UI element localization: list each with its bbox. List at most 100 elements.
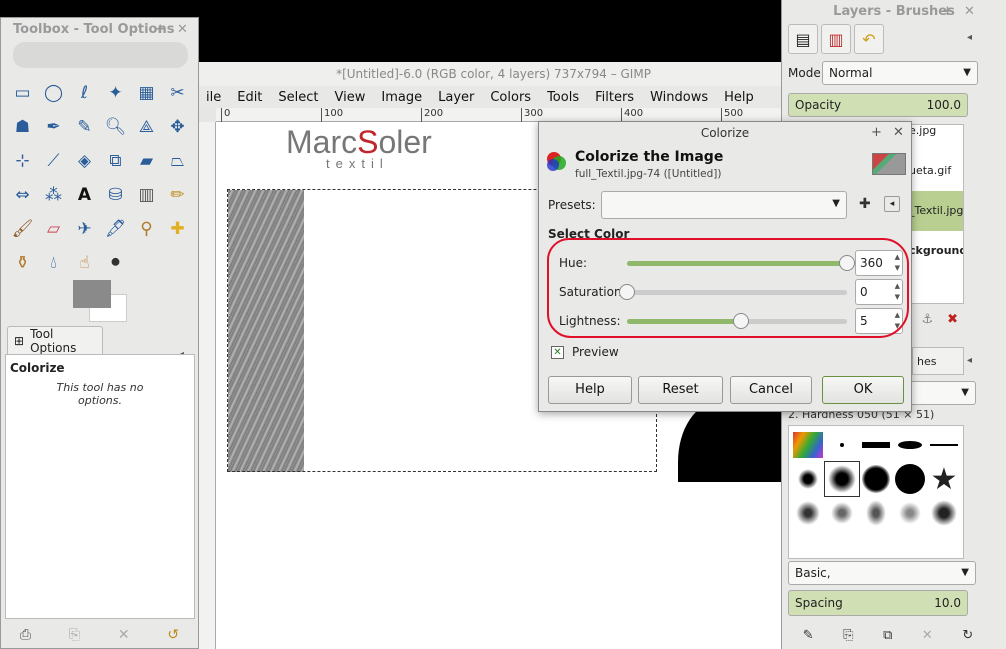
close-icon[interactable]: ✕ [177,18,188,42]
menu-filters[interactable]: Filters [587,90,642,105]
color-select-icon[interactable]: ▦ [131,76,162,110]
scissors-icon[interactable]: ✂ [162,76,193,110]
opacity-slider[interactable]: Opacity 100.0 [788,93,968,117]
bucket-fill-icon[interactable]: ⛁ [100,178,131,212]
brush-item[interactable] [825,428,859,462]
menu-edit[interactable]: Edit [229,90,270,105]
cancel-button[interactable]: Cancel [730,376,812,404]
presets-select[interactable]: ▼ [601,191,847,219]
tab-channels-icon[interactable]: ▥ [821,24,851,54]
delete-options-icon[interactable]: ✕ [118,627,130,643]
blend-icon[interactable]: ▥ [131,178,162,212]
restore-options-icon[interactable]: ⎘ [69,627,80,643]
cage-icon[interactable]: ⁂ [38,178,69,212]
mode-select[interactable]: Normal ▼ [822,61,978,85]
rect-select-icon[interactable]: ▭ [7,76,38,110]
help-button[interactable]: Help [548,376,632,404]
tab-layers-icon[interactable]: ▤ [788,24,818,54]
align-icon[interactable]: ⊹ [7,144,38,178]
close-icon[interactable]: ✕ [893,122,904,144]
brush-item[interactable] [893,428,927,462]
brush-item[interactable] [927,428,961,462]
text-icon[interactable]: A [69,178,100,212]
tab-undo-icon[interactable]: ↶ [854,24,884,54]
brush-item[interactable] [859,462,893,496]
free-select-icon[interactable]: ℓ [69,76,100,110]
preview-checkbox[interactable]: ✕ [551,345,564,359]
edit-brush-icon[interactable]: ✎ [803,628,814,643]
brush-item[interactable] [859,496,893,530]
delete-brush-icon[interactable]: ✕ [922,628,933,643]
paths-icon[interactable]: ✒ [38,110,69,144]
shear-icon[interactable]: ▰ [131,144,162,178]
measure-icon[interactable]: ⟁ [131,110,162,144]
brush-item[interactable] [893,462,927,496]
fg-bg-colors[interactable] [73,280,129,322]
perspective-clone-icon[interactable]: ⚱ [7,246,38,280]
brush-item[interactable] [859,428,893,462]
pin-icon[interactable]: + [871,122,882,144]
menu-windows[interactable]: Windows [642,90,716,105]
brush-item[interactable] [825,496,859,530]
scale-icon[interactable]: ⧉ [100,144,131,178]
smudge-icon[interactable]: ☝ [69,246,100,280]
blur-icon[interactable]: 💧︎ [38,246,69,280]
airbrush-icon[interactable]: ✈ [69,212,100,246]
reset-button[interactable]: Reset [638,376,723,404]
close-icon[interactable]: ✕ [964,0,975,24]
flip-icon[interactable]: ⇔ [7,178,38,212]
pin-icon[interactable]: + [942,0,953,24]
brush-item[interactable] [893,496,927,530]
menu-colors[interactable]: Colors [482,90,539,105]
crop-icon[interactable]: ⟋ [38,144,69,178]
brush-item-selected[interactable] [824,461,860,497]
move-icon[interactable]: ✥ [162,110,193,144]
brush-set-select[interactable]: Basic, ▼ [788,561,976,585]
tab-tool-options[interactable]: ⊞ Tool Options [7,326,103,355]
duplicate-brush-icon[interactable]: ⧉ [883,628,892,643]
save-options-icon[interactable]: ⎙ [20,627,31,643]
brush-item[interactable] [927,496,961,530]
new-brush-icon[interactable]: ⎘ [843,628,853,643]
menu-view[interactable]: View [327,90,374,105]
menu-layer[interactable]: Layer [430,90,482,105]
anchor-icon[interactable]: ⚓ [921,312,933,332]
preview-checkbox-row[interactable]: ✕ Preview [551,345,619,359]
delete-layer-icon[interactable]: ✖ [947,312,958,332]
paintbrush-icon[interactable]: 🖌︎ [7,212,38,246]
foreground-color-swatch[interactable] [73,280,111,308]
tab-brushes[interactable]: hes [912,347,964,375]
menu-select[interactable]: Select [270,90,326,105]
ok-button[interactable]: OK [822,376,904,404]
rotate-icon[interactable]: ◈ [69,144,100,178]
menu-image[interactable]: Image [373,90,430,105]
pin-icon[interactable]: + [155,18,166,42]
zoom-icon[interactable]: 🔍︎ [100,110,131,144]
preset-menu-icon[interactable]: ◂ [884,196,900,212]
menu-tools[interactable]: Tools [539,90,587,105]
color-picker-icon[interactable]: ✎ [69,110,100,144]
brushes-menu-icon[interactable]: ◂ [967,355,972,366]
brush-item[interactable]: ★ [927,462,961,497]
brush-item[interactable] [791,428,825,462]
add-preset-icon[interactable]: ✚ [859,196,871,212]
brush-item[interactable] [791,496,825,530]
brush-grid[interactable]: ★ [788,425,964,559]
clone-icon[interactable]: ⚲ [131,212,162,246]
ink-icon[interactable]: 🖋︎ [100,212,131,246]
brush-item[interactable] [791,462,825,496]
dock-menu-icon[interactable]: ◂ [967,32,972,43]
refresh-brushes-icon[interactable]: ↻ [962,628,973,643]
fuzzy-select-icon[interactable]: ✦ [100,76,131,110]
heal-icon[interactable]: ✚ [162,212,193,246]
menu-ile[interactable]: ile [198,90,229,105]
reset-options-icon[interactable]: ↺ [167,627,179,643]
menu-help[interactable]: Help [716,90,762,105]
eraser-icon[interactable]: ▱ [38,212,69,246]
ellipse-select-icon[interactable]: ◯ [38,76,69,110]
spacing-slider[interactable]: Spacing 10.0 [788,590,968,616]
foreground-select-icon[interactable]: ☗ [7,110,38,144]
dodge-burn-icon[interactable]: ⚫ [100,246,131,280]
perspective-icon[interactable]: ⏢ [162,144,193,178]
pencil-icon[interactable]: ✏ [162,178,193,212]
